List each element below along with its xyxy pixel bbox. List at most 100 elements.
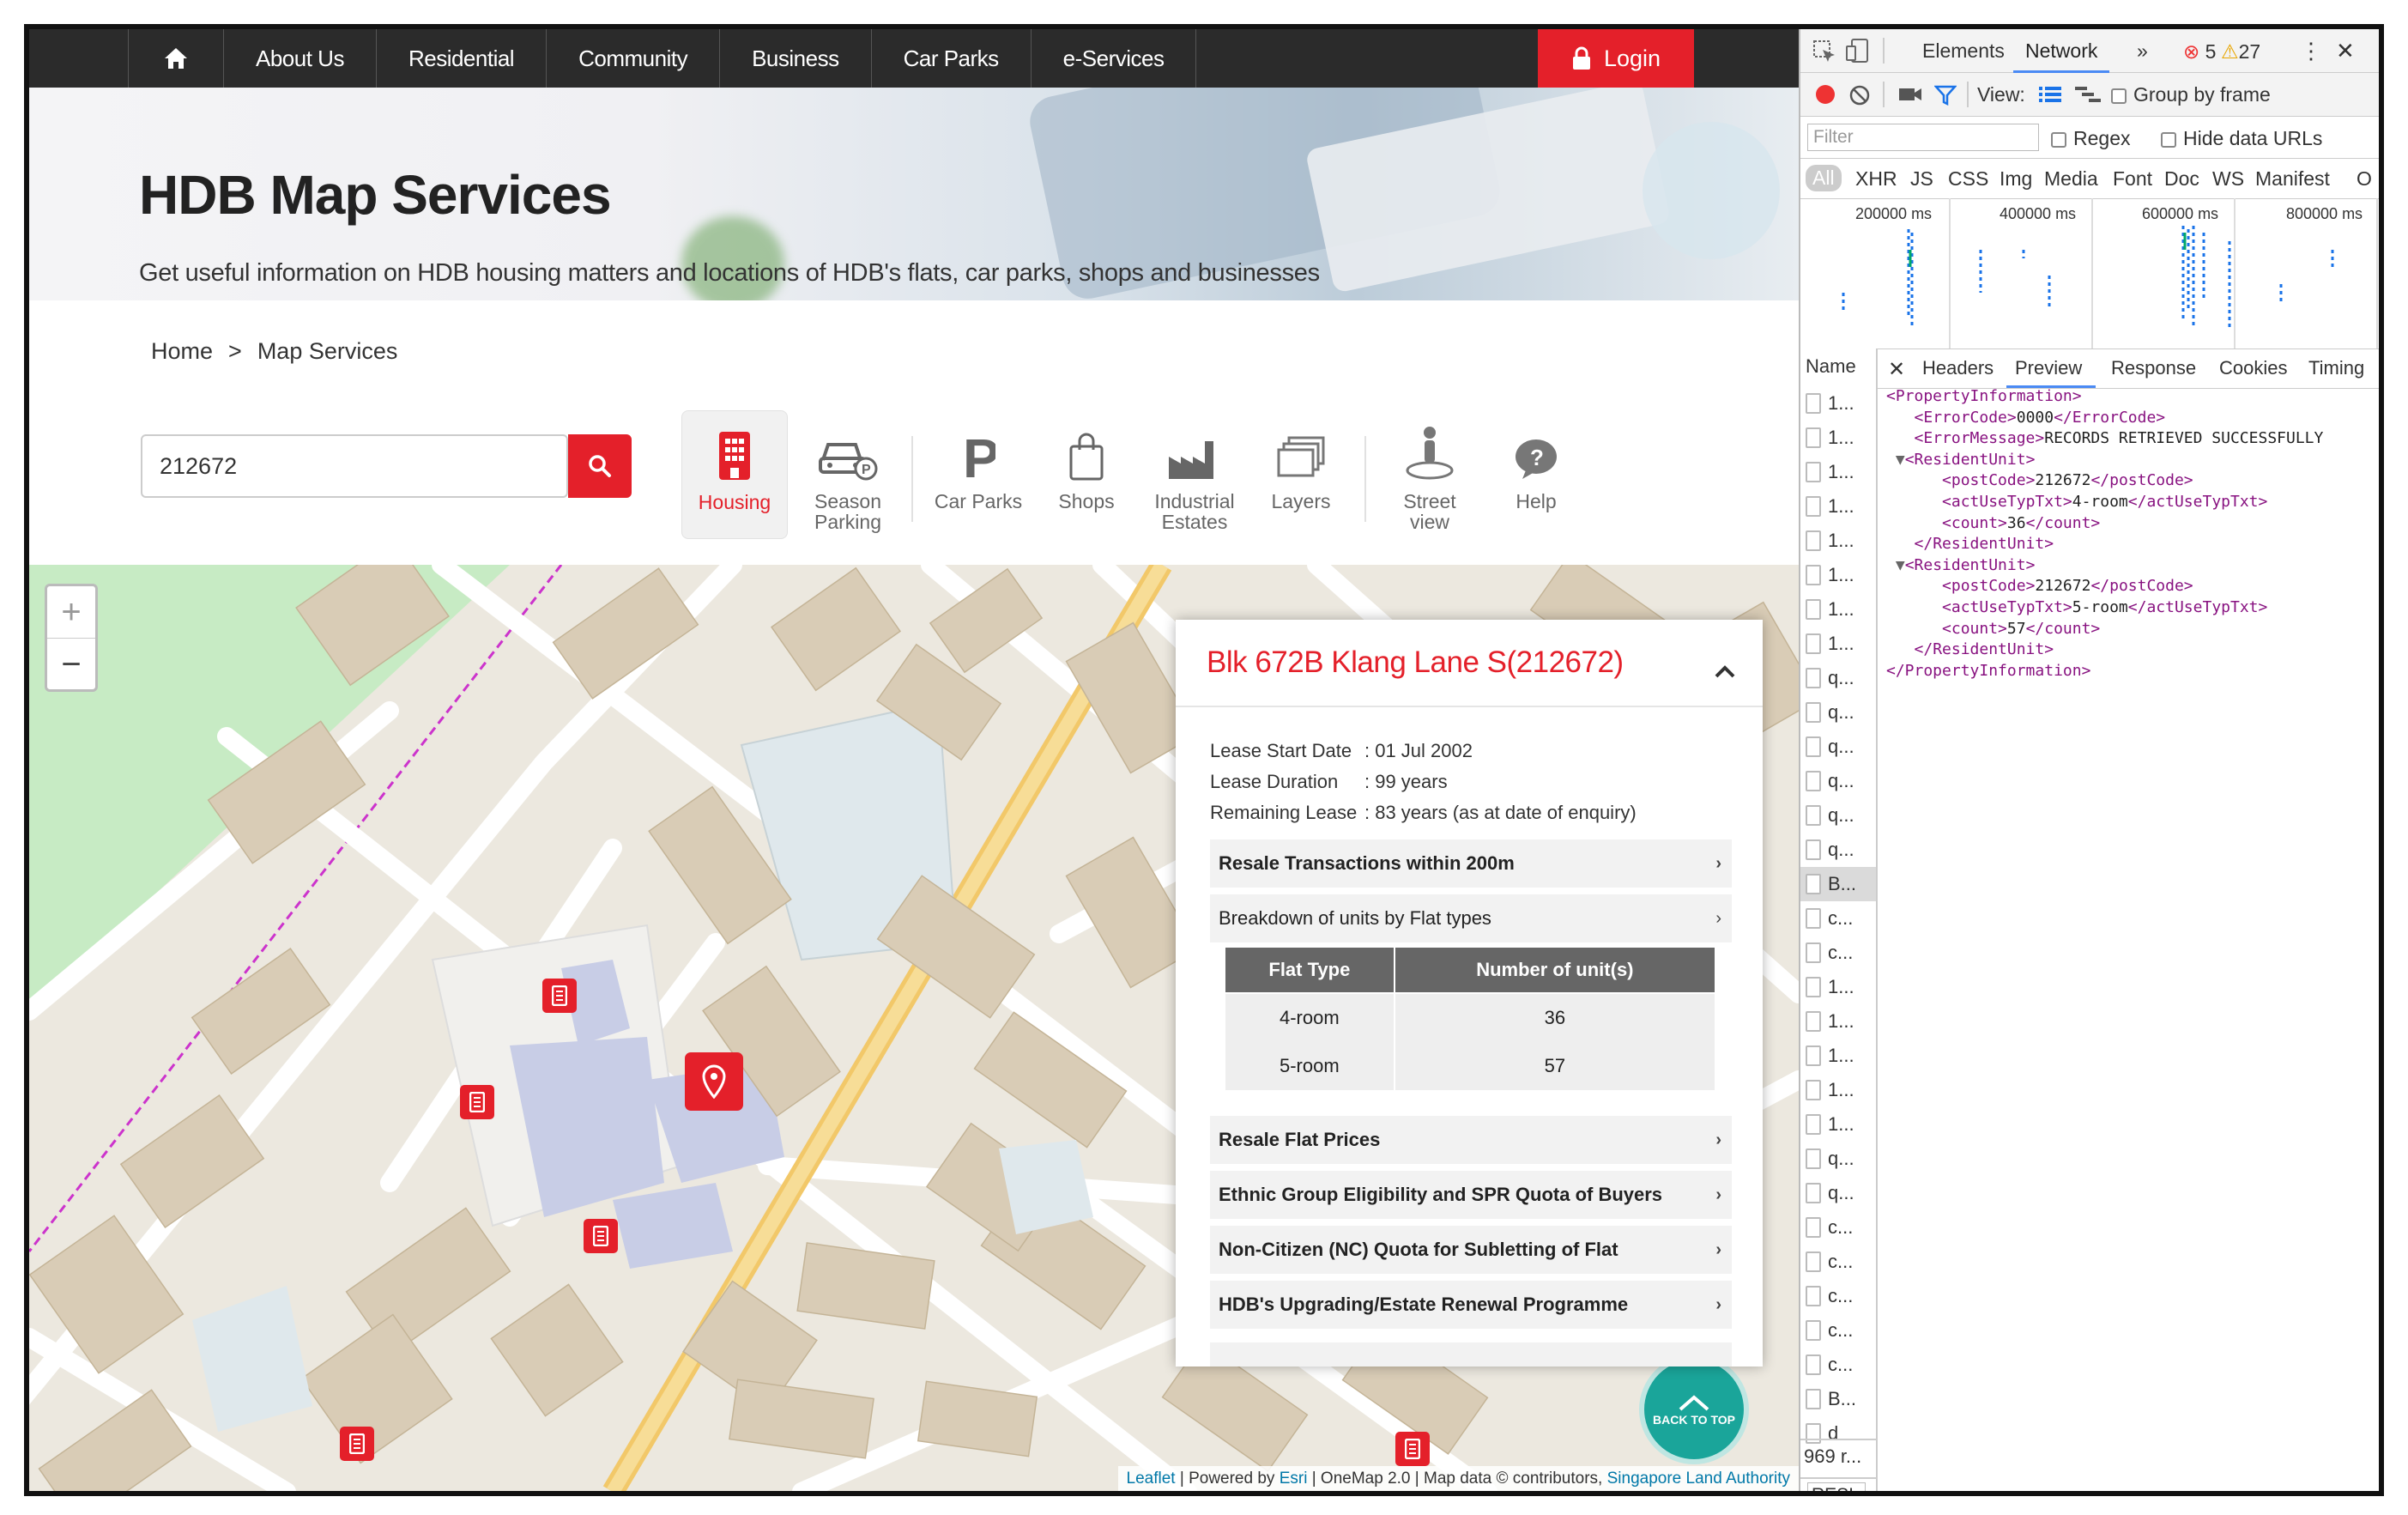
close-icon[interactable]: ✕: [2336, 38, 2355, 64]
type-all[interactable]: All: [1806, 165, 1842, 191]
regex-checkbox[interactable]: Regex: [2051, 127, 2130, 150]
housing-marker[interactable]: [542, 979, 577, 1013]
type-js[interactable]: JS: [1910, 167, 1933, 191]
login-button[interactable]: Login: [1538, 29, 1694, 88]
tab-network[interactable]: Network: [2025, 39, 2097, 63]
tool-car-parks[interactable]: P Car Parks: [925, 410, 1032, 539]
subtab-preview[interactable]: Preview: [2015, 357, 2082, 379]
request-row[interactable]: c...: [1800, 1210, 1876, 1245]
tool-housing[interactable]: Housing: [681, 410, 788, 539]
request-row[interactable]: c...: [1800, 936, 1876, 970]
request-row[interactable]: c...: [1800, 1245, 1876, 1279]
request-row[interactable]: c...: [1800, 1348, 1876, 1382]
accordion-nc-quota[interactable]: Non-Citizen (NC) Quota for Subletting of…: [1210, 1226, 1732, 1274]
nav-e-services[interactable]: e-Services: [1032, 29, 1197, 88]
type-media[interactable]: Media: [2044, 167, 2098, 191]
selected-location-marker[interactable]: [685, 1052, 743, 1111]
housing-marker[interactable]: [340, 1427, 374, 1461]
group-by-frame-checkbox[interactable]: Group by frame: [2111, 83, 2271, 106]
type-manifest[interactable]: Manifest: [2255, 167, 2330, 191]
request-row[interactable]: q...: [1800, 764, 1876, 798]
request-row[interactable]: 1...: [1800, 524, 1876, 558]
request-row[interactable]: 1...: [1800, 455, 1876, 489]
request-row[interactable]: c...: [1800, 1279, 1876, 1313]
breadcrumb-home[interactable]: Home: [151, 338, 213, 364]
request-row[interactable]: 1...: [1800, 970, 1876, 1004]
request-row[interactable]: q...: [1800, 695, 1876, 730]
accordion-resale-transactions[interactable]: Resale Transactions within 200m ›: [1210, 839, 1732, 888]
search-button[interactable]: [568, 434, 632, 498]
camera-icon[interactable]: [1898, 86, 1922, 103]
tool-street-view[interactable]: Street view: [1376, 410, 1483, 539]
request-row[interactable]: c...: [1800, 901, 1876, 936]
filter-input[interactable]: Filter: [1807, 124, 2039, 151]
accordion-upgrading[interactable]: HDB's Upgrading/Estate Renewal Programme…: [1210, 1281, 1732, 1329]
subtab-headers[interactable]: Headers: [1922, 357, 1994, 379]
nav-community[interactable]: Community: [547, 29, 721, 88]
request-row[interactable]: q...: [1800, 798, 1876, 833]
request-row[interactable]: 1...: [1800, 1039, 1876, 1073]
type-font[interactable]: Font: [2113, 167, 2152, 191]
request-row[interactable]: q...: [1800, 1176, 1876, 1210]
warning-count[interactable]: ⚠27: [2221, 40, 2260, 64]
device-toolbar-icon[interactable]: [1845, 38, 1869, 64]
request-row[interactable]: 1...: [1800, 489, 1876, 524]
accordion-resale-prices[interactable]: Resale Flat Prices ›: [1210, 1116, 1732, 1164]
inspect-element-icon[interactable]: [1812, 39, 1836, 64]
expand-triangle-icon[interactable]: ▼: [1896, 556, 1905, 574]
list-view-icon[interactable]: [2039, 86, 2061, 103]
request-row[interactable]: q...: [1800, 730, 1876, 764]
esri-link[interactable]: Esri: [1280, 1470, 1308, 1488]
type-xhr[interactable]: XHR: [1855, 167, 1897, 191]
tool-season-parking[interactable]: P Season Parking: [795, 410, 901, 539]
request-row[interactable]: 1...: [1800, 592, 1876, 627]
tab-elements[interactable]: Elements: [1922, 39, 2005, 63]
tool-industrial-estates[interactable]: Industrial Estates: [1141, 410, 1248, 539]
housing-marker[interactable]: [1395, 1432, 1430, 1466]
request-row[interactable]: 1...: [1800, 1073, 1876, 1107]
error-count[interactable]: ⊗ 5: [2183, 40, 2216, 64]
leaflet-link[interactable]: Leaflet: [1127, 1470, 1176, 1488]
clear-icon[interactable]: [1848, 84, 1871, 106]
nav-car-parks[interactable]: Car Parks: [872, 29, 1032, 88]
type-other[interactable]: O: [2357, 167, 2372, 191]
network-timeline[interactable]: 200000 ms 400000 ms 600000 ms 800000 ms: [1800, 198, 2379, 349]
subtab-response[interactable]: Response: [2111, 357, 2196, 379]
more-tabs-button[interactable]: »: [2137, 39, 2148, 63]
request-row[interactable]: q...: [1800, 833, 1876, 867]
housing-marker[interactable]: [584, 1219, 618, 1253]
request-row[interactable]: q...: [1800, 661, 1876, 695]
kebab-menu-icon[interactable]: ⋮: [2300, 38, 2322, 64]
accordion-flat-breakdown[interactable]: Breakdown of units by Flat types ›: [1210, 894, 1732, 942]
request-row[interactable]: 1...: [1800, 558, 1876, 592]
collapse-panel-button[interactable]: [1708, 654, 1742, 688]
type-ws[interactable]: WS: [2212, 167, 2244, 191]
tool-layers[interactable]: Layers: [1248, 410, 1354, 539]
request-row[interactable]: B...: [1800, 1382, 1876, 1416]
home-button[interactable]: [128, 29, 224, 88]
request-row[interactable]: c...: [1800, 1313, 1876, 1348]
nav-business[interactable]: Business: [720, 29, 872, 88]
filter-icon[interactable]: [1934, 85, 1957, 106]
name-header[interactable]: Name: [1806, 355, 1856, 378]
expand-triangle-icon[interactable]: ▼: [1896, 451, 1905, 469]
waterfall-view-icon[interactable]: [2075, 86, 2101, 103]
back-to-top-button[interactable]: BACK TO TOP: [1639, 1354, 1749, 1464]
hide-data-urls-checkbox[interactable]: Hide data URLs: [2161, 127, 2322, 150]
subtab-cookies[interactable]: Cookies: [2219, 357, 2287, 379]
close-icon[interactable]: ✕: [1888, 357, 1905, 382]
type-doc[interactable]: Doc: [2164, 167, 2199, 191]
housing-marker[interactable]: [460, 1085, 494, 1119]
request-row[interactable]: B...: [1800, 867, 1876, 901]
request-row[interactable]: 1...: [1800, 421, 1876, 455]
tool-help[interactable]: ? Help: [1483, 410, 1589, 539]
console-input[interactable]: RESI: [1807, 1482, 1866, 1491]
sla-link[interactable]: Singapore Land Authority: [1607, 1470, 1790, 1488]
subtab-timing[interactable]: Timing: [2308, 357, 2364, 379]
zoom-in-button[interactable]: +: [47, 586, 95, 639]
request-row[interactable]: 1...: [1800, 1107, 1876, 1142]
accordion-next-partial[interactable]: [1210, 1342, 1732, 1367]
search-input[interactable]: 212672: [141, 434, 568, 498]
type-img[interactable]: Img: [2000, 167, 2032, 191]
request-row[interactable]: 1...: [1800, 386, 1876, 421]
